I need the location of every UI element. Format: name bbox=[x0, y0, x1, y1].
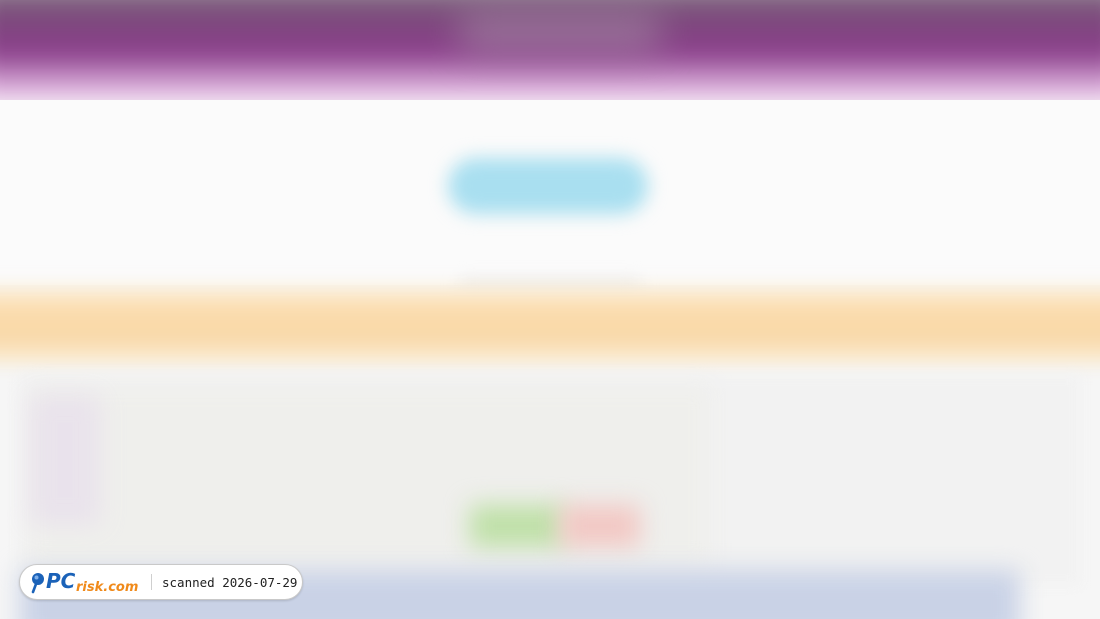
cta-button[interactable] bbox=[448, 158, 648, 214]
pcrisk-logo: PC risk.com bbox=[31, 570, 138, 594]
badge-separator bbox=[151, 574, 152, 590]
orange-banner bbox=[0, 285, 1100, 365]
left-sidebar-strip bbox=[30, 395, 100, 525]
watermark-badge: PC risk.com scanned 2026-07-29 bbox=[19, 564, 303, 600]
blurred-page bbox=[0, 0, 1100, 619]
svg-text:risk.com: risk.com bbox=[76, 580, 138, 594]
svg-text:PC: PC bbox=[46, 570, 76, 593]
scan-date-label: scanned 2026-07-29 bbox=[162, 574, 298, 590]
allow-button[interactable] bbox=[470, 505, 565, 547]
magnifier-icon bbox=[32, 573, 44, 585]
header-title-area bbox=[460, 10, 660, 55]
block-button[interactable] bbox=[560, 505, 640, 547]
